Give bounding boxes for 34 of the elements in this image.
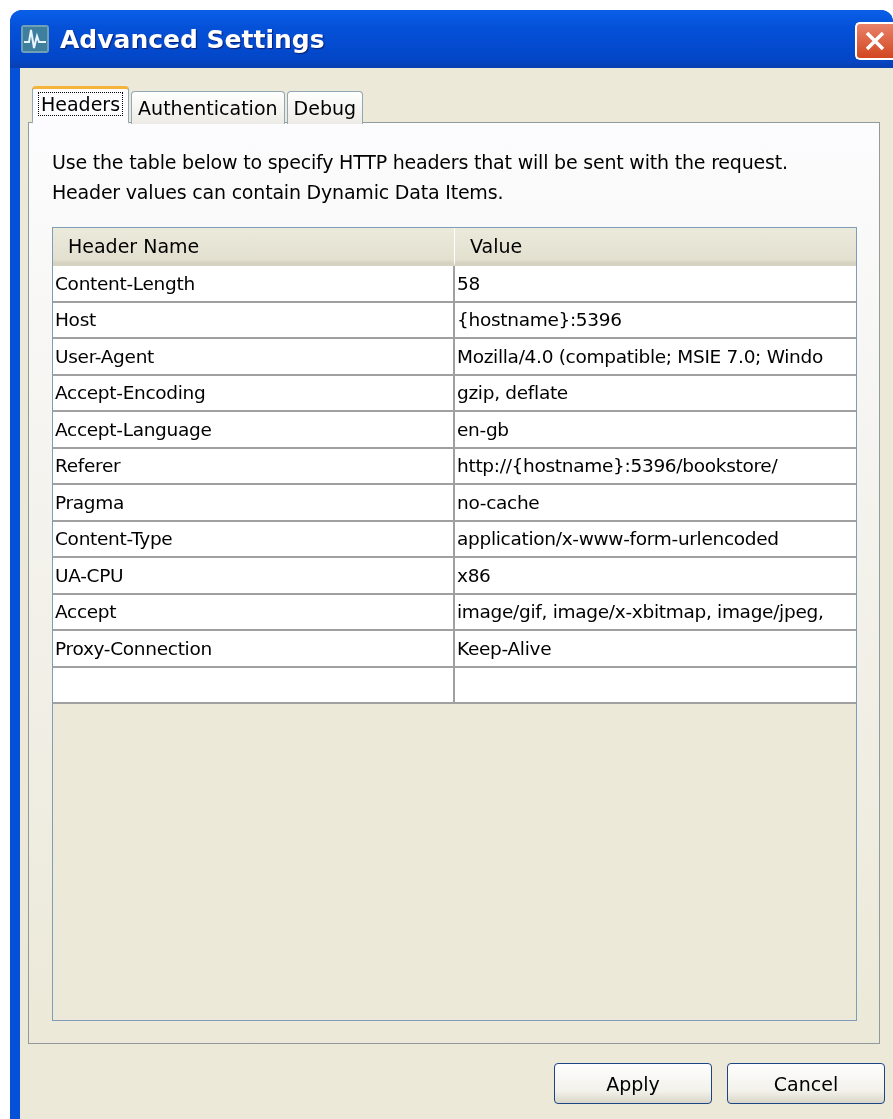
dialog-button[interactable]: Apply: [554, 1063, 712, 1104]
header-value-cell: application/x-www-form-urlencoded: [455, 521, 856, 558]
header-name-cell: Pragma: [53, 485, 455, 522]
description-text: Use the table below to specify HTTP headers that will be sent with the request.: [52, 150, 789, 175]
header-name-cell: Content-Length: [53, 266, 455, 303]
header-name-cell: Proxy-Connection: [53, 631, 455, 668]
close-button[interactable]: [855, 22, 893, 60]
header-name-cell: Host: [53, 302, 455, 339]
header-value-cell: en-gb: [455, 412, 856, 449]
header-value-cell: image/gif, image/x-xbitmap, image/jpeg,: [455, 594, 856, 631]
header-name-cell: Accept-Encoding: [53, 375, 455, 412]
window-title: Advanced Settings: [60, 24, 325, 54]
tab[interactable]: Headers: [32, 86, 130, 124]
header-value-cell: Mozilla/4.0 (compatible; MSIE 7.0; Windo: [455, 339, 856, 376]
header-name-cell: Referer: [53, 448, 455, 485]
header-value-cell: gzip, deflate: [455, 375, 856, 412]
header-value-cell: x86: [455, 558, 856, 595]
dialog-button[interactable]: Cancel: [727, 1063, 885, 1104]
chart-window-icon: [20, 24, 50, 54]
header-value-cell: http://{hostname}:5396/bookstore/: [455, 448, 856, 485]
description-text: Header values can contain Dynamic Data Items.: [52, 180, 505, 205]
tab[interactable]: Debug: [286, 91, 364, 124]
header-value-cell: 58: [455, 266, 856, 303]
header-value-cell: no-cache: [455, 485, 856, 522]
header-value-cell: {hostname}:5396: [455, 302, 856, 339]
header-name-cell: Accept-Language: [53, 412, 455, 449]
header-name-cell: UA-CPU: [53, 558, 455, 595]
header-name-cell: Content-Type: [53, 521, 455, 558]
tab[interactable]: Authentication: [131, 91, 285, 124]
column-header[interactable]: Header Name: [53, 228, 455, 266]
header-name-cell: Accept: [53, 594, 455, 631]
header-name-cell: User-Agent: [53, 339, 455, 376]
close-icon: [864, 30, 886, 52]
header-value-cell: Keep-Alive: [455, 631, 856, 668]
